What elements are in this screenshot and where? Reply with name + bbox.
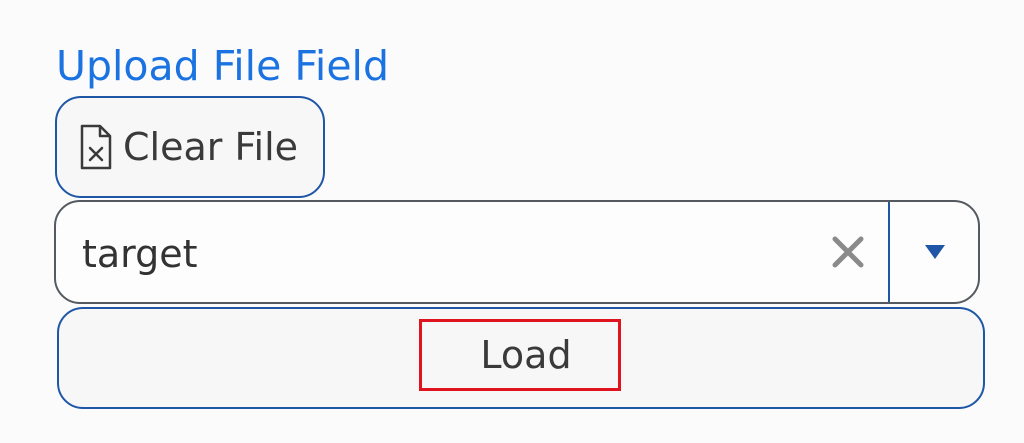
file-x-icon (79, 123, 113, 171)
file-combobox-input[interactable] (82, 226, 802, 282)
caret-down-icon (925, 245, 945, 259)
file-combobox (54, 200, 980, 304)
upload-file-panel: Upload File Field Clear File Load (0, 0, 1024, 443)
load-button[interactable]: Load (57, 307, 985, 409)
close-icon[interactable] (826, 230, 870, 274)
clear-file-button[interactable]: Clear File (55, 96, 325, 198)
load-button-label: Load (480, 333, 572, 377)
clear-file-label: Clear File (123, 125, 299, 169)
upload-field-title: Upload File Field (56, 42, 389, 90)
combobox-toggle-button[interactable] (890, 202, 978, 302)
